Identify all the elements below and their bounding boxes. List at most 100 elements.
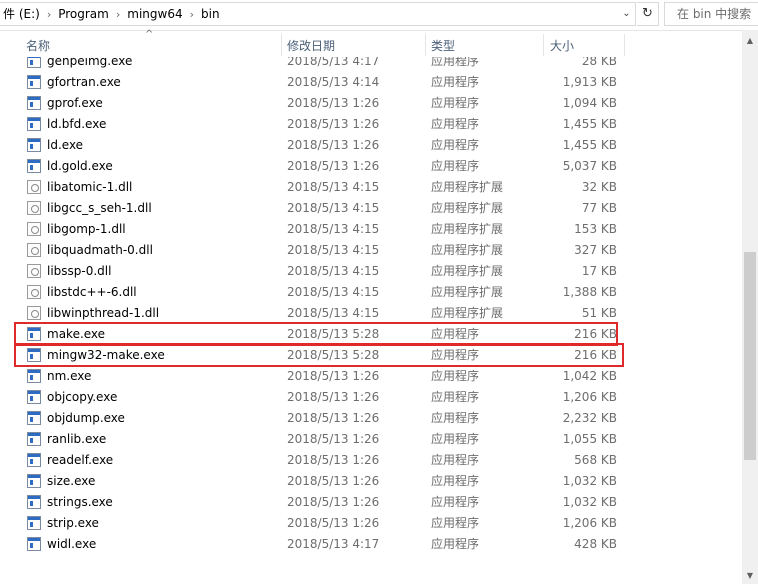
file-row[interactable]: libwinpthread-1.dll 2018/5/13 4:15 应用程序扩展 5…	[20, 303, 620, 324]
file-row[interactable]: gprof.exe 2018/5/13 1:26 应用程序 1,094 KB	[20, 93, 620, 114]
dll-icon	[27, 264, 41, 278]
exe-icon	[27, 474, 41, 488]
file-row[interactable]: mingw32-make.exe 2018/5/13 5:28 应用程序 216 KB	[20, 345, 620, 366]
file-row[interactable]: libquadmath-0.dll 2018/5/13 4:15 应用程序扩展 327…	[20, 240, 620, 261]
scrollbar-thumb[interactable]	[744, 252, 756, 460]
file-name: ld.exe	[47, 138, 84, 152]
file-name: strip.exe	[47, 516, 99, 530]
file-row[interactable]: libstdc++-6.dll 2018/5/13 4:15 应用程序扩展 1,388…	[20, 282, 620, 303]
breadcrumb-program[interactable]: Program	[55, 3, 112, 25]
breadcrumb-bin[interactable]: bin	[198, 3, 223, 25]
vertical-scrollbar[interactable]: ▲ ▼	[742, 30, 758, 584]
file-row[interactable]: libssp-0.dll 2018/5/13 4:15 应用程序扩展 17 KB	[20, 261, 620, 282]
file-row[interactable]: ld.bfd.exe 2018/5/13 1:26 应用程序 1,455 KB	[20, 114, 620, 135]
scroll-up-arrow-icon[interactable]: ▲	[742, 32, 758, 49]
chevron-right-icon[interactable]: ›	[43, 4, 55, 25]
address-toolbar: 件 (E:) › Program › mingw64 › bin ⌄ ↻ 在 bin 中搜索	[0, 0, 758, 31]
breadcrumb-mingw64[interactable]: mingw64	[124, 3, 185, 25]
file-date: 2018/5/13 5:28	[287, 348, 380, 362]
file-type: 应用程序扩展	[431, 243, 504, 257]
file-size: 428 KB	[574, 537, 617, 551]
column-header-name[interactable]: 名称	[26, 30, 50, 57]
file-row[interactable]: libgcc_s_seh-1.dll 2018/5/13 4:15 应用程序扩展 77…	[20, 198, 620, 219]
file-size: 1,042 KB	[562, 369, 617, 383]
column-divider[interactable]	[624, 34, 625, 56]
column-header-size[interactable]: 大小	[550, 30, 574, 57]
address-bar[interactable]: 件 (E:) › Program › mingw64 › bin ⌄	[0, 2, 636, 26]
file-name: objdump.exe	[47, 411, 125, 425]
file-size: 216 KB	[574, 348, 617, 362]
column-divider[interactable]	[425, 34, 426, 56]
file-row[interactable]: strings.exe 2018/5/13 1:26 应用程序 1,032 KB	[20, 492, 620, 513]
exe-icon	[27, 537, 41, 551]
exe-icon	[27, 411, 41, 425]
file-size: 1,388 KB	[562, 285, 617, 299]
file-name: strings.exe	[47, 495, 113, 509]
exe-icon	[27, 327, 41, 341]
file-name: libgomp-1.dll	[47, 222, 126, 236]
file-date: 2018/5/13 1:26	[287, 495, 380, 509]
file-type: 应用程序扩展	[431, 285, 504, 299]
dll-icon	[27, 306, 41, 320]
file-date: 2018/5/13 4:15	[287, 285, 380, 299]
file-type: 应用程序	[431, 432, 480, 446]
file-row[interactable]: ld.gold.exe 2018/5/13 1:26 应用程序 5,037 KB	[20, 156, 620, 177]
file-size: 1,032 KB	[562, 495, 617, 509]
scroll-down-arrow-icon[interactable]: ▼	[742, 567, 758, 584]
file-row[interactable]: genpeimg.exe 2018/5/13 4:17 应用程序 28 KB	[20, 57, 620, 72]
file-size: 1,206 KB	[562, 516, 617, 530]
file-date: 2018/5/13 4:14	[287, 75, 380, 89]
file-row[interactable]: objcopy.exe 2018/5/13 1:26 应用程序 1,206 KB	[20, 387, 620, 408]
file-row[interactable]: size.exe 2018/5/13 1:26 应用程序 1,032 KB	[20, 471, 620, 492]
file-row[interactable]: nm.exe 2018/5/13 1:26 应用程序 1,042 KB	[20, 366, 620, 387]
file-row[interactable]: objdump.exe 2018/5/13 1:26 应用程序 2,232 KB	[20, 408, 620, 429]
file-size: 568 KB	[574, 453, 617, 467]
file-row[interactable]: gfortran.exe 2018/5/13 4:14 应用程序 1,913 KB	[20, 72, 620, 93]
chevron-right-icon[interactable]: ›	[186, 4, 198, 25]
file-size: 51 KB	[581, 306, 617, 320]
file-type: 应用程序	[431, 96, 480, 110]
file-size: 1,913 KB	[562, 75, 617, 89]
file-date: 2018/5/13 4:15	[287, 264, 380, 278]
chevron-right-icon[interactable]: ›	[112, 4, 124, 25]
breadcrumb-drive[interactable]: 件 (E:)	[0, 3, 43, 25]
file-type: 应用程序	[431, 537, 480, 551]
file-row[interactable]: readelf.exe 2018/5/13 1:26 应用程序 568 KB	[20, 450, 620, 471]
file-date: 2018/5/13 1:26	[287, 138, 380, 152]
file-type: 应用程序	[431, 369, 480, 383]
column-header-date[interactable]: 修改日期	[287, 30, 335, 57]
file-name: libgcc_s_seh-1.dll	[47, 201, 152, 215]
file-name: gprof.exe	[47, 96, 103, 110]
column-header-type[interactable]: 类型	[431, 30, 455, 57]
file-type: 应用程序	[431, 138, 480, 152]
file-size: 32 KB	[581, 180, 617, 194]
file-row[interactable]: widl.exe 2018/5/13 4:17 应用程序 428 KB	[20, 534, 620, 555]
column-divider[interactable]	[281, 34, 282, 56]
file-name: ld.bfd.exe	[47, 117, 107, 131]
chevron-down-icon[interactable]: ⌄	[618, 3, 635, 25]
dll-icon	[27, 285, 41, 299]
file-row[interactable]: libatomic-1.dll 2018/5/13 4:15 应用程序扩展 32 KB	[20, 177, 620, 198]
file-name: make.exe	[47, 327, 106, 341]
column-divider[interactable]	[543, 34, 544, 56]
file-row[interactable]: strip.exe 2018/5/13 1:26 应用程序 1,206 KB	[20, 513, 620, 534]
file-row[interactable]: ld.exe 2018/5/13 1:26 应用程序 1,455 KB	[20, 135, 620, 156]
file-date: 2018/5/13 1:26	[287, 411, 380, 425]
file-type: 应用程序	[431, 75, 480, 89]
dll-icon	[27, 222, 41, 236]
exe-icon	[27, 57, 41, 68]
file-row[interactable]: libgomp-1.dll 2018/5/13 4:15 应用程序扩展 153 KB	[20, 219, 620, 240]
refresh-icon[interactable]: ↻	[637, 2, 659, 26]
exe-icon	[27, 390, 41, 404]
file-name: objcopy.exe	[47, 390, 118, 404]
file-size: 28 KB	[581, 57, 617, 68]
file-row[interactable]: ranlib.exe 2018/5/13 1:26 应用程序 1,055 KB	[20, 429, 620, 450]
file-type: 应用程序扩展	[431, 201, 504, 215]
file-type: 应用程序	[431, 327, 480, 341]
exe-icon	[27, 117, 41, 131]
dll-icon	[27, 243, 41, 257]
file-name: libssp-0.dll	[47, 264, 112, 278]
file-name: libatomic-1.dll	[47, 180, 133, 194]
file-row[interactable]: make.exe 2018/5/13 5:28 应用程序 216 KB	[20, 324, 620, 345]
search-input[interactable]: 在 bin 中搜索	[664, 2, 758, 26]
